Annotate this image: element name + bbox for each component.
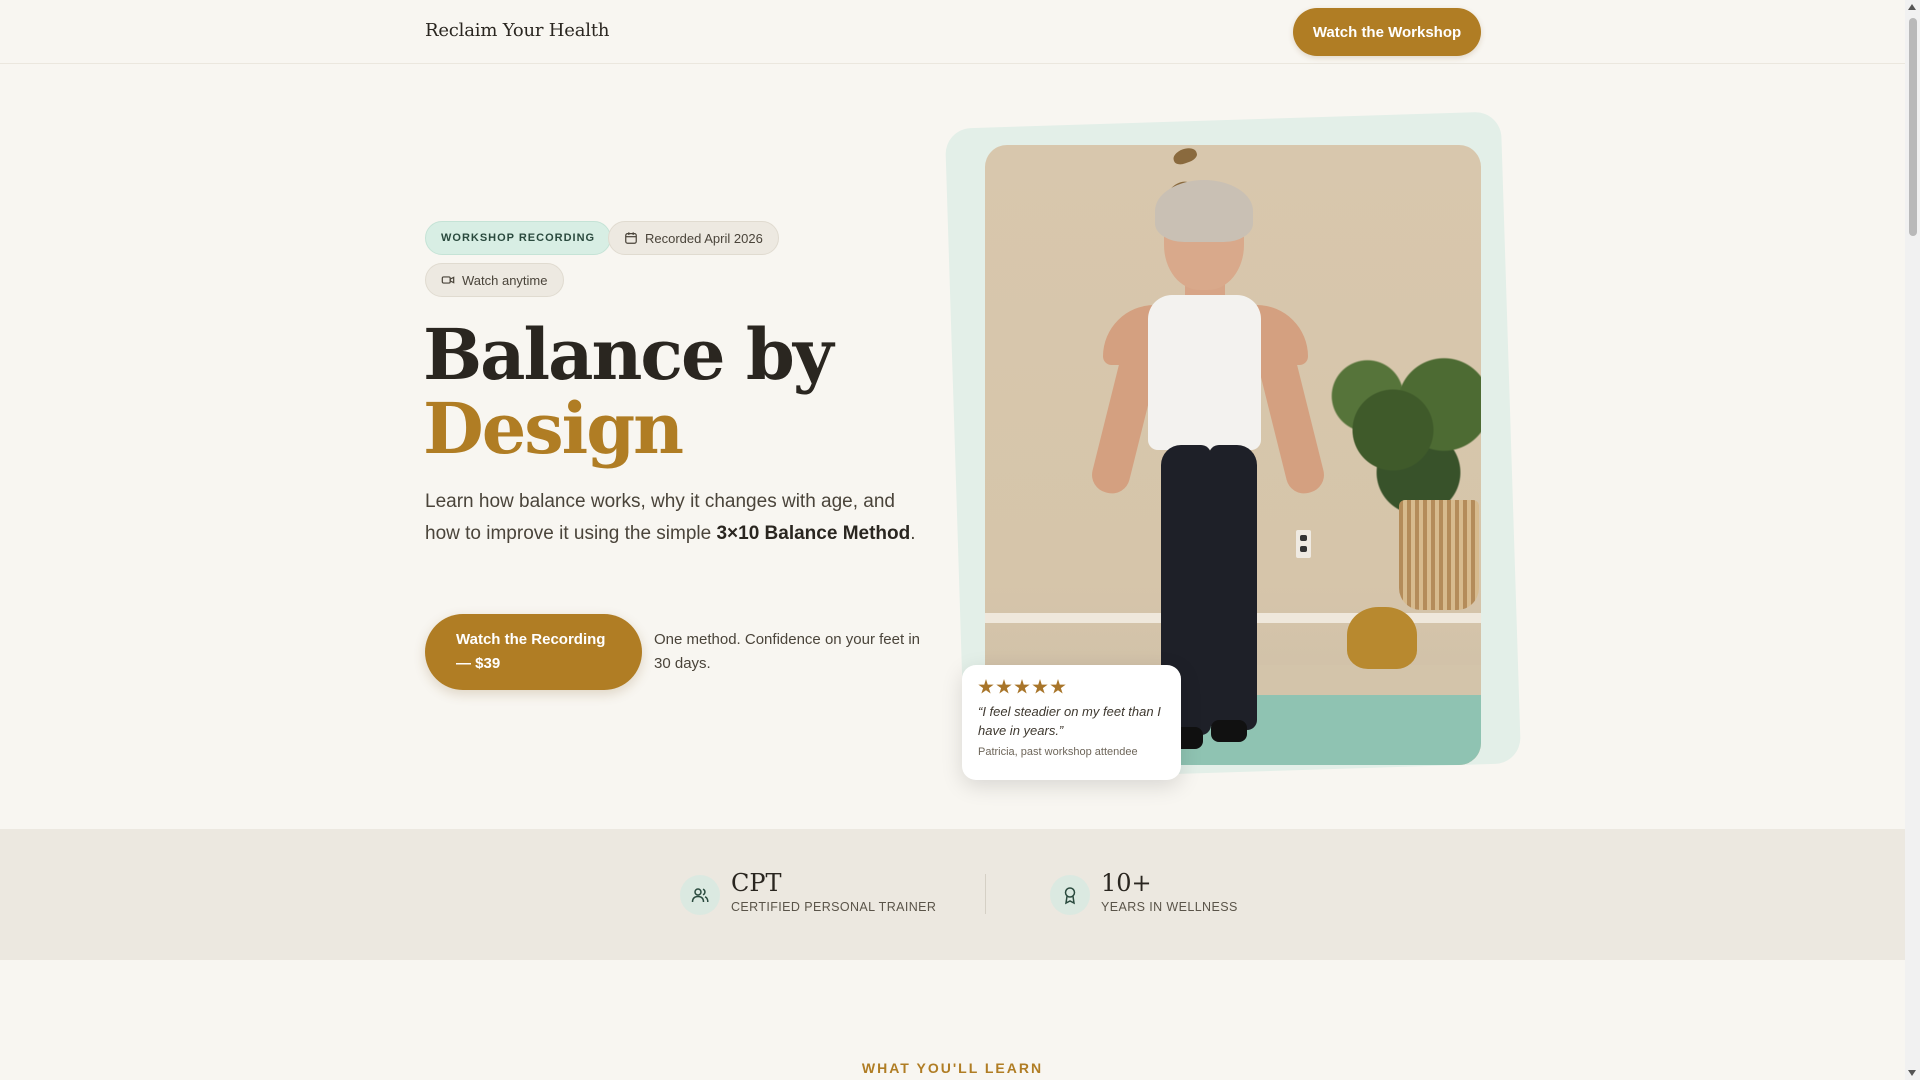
watch-anytime-badge: Watch anytime <box>425 263 564 297</box>
calendar-icon <box>625 232 637 244</box>
star-icon <box>1050 679 1066 694</box>
scroll-up-arrow-icon[interactable] <box>1908 4 1916 10</box>
testimonial-attribution: Patricia, past workshop attendee <box>978 746 1138 758</box>
star-icon <box>996 679 1012 694</box>
photo-figure-arm <box>1252 332 1328 498</box>
stat-label: YEARS IN WELLNESS <box>1101 900 1238 914</box>
headline-line-2: Design <box>423 387 684 470</box>
stat-label: CERTIFIED PERSONAL TRAINER <box>731 900 937 914</box>
hero-headline: Balance by Design <box>423 318 943 466</box>
stat-years-wellness: 10+ YEARS IN WELLNESS <box>1050 869 1238 915</box>
star-icon <box>1032 679 1048 694</box>
photo-figure-leg <box>1209 445 1257 730</box>
photo-figure-hair <box>1155 180 1253 242</box>
subhead-method-name: 3×10 Balance Method <box>716 523 911 544</box>
section-eyebrow: WHAT YOU'LL LEARN <box>861 1060 1044 1076</box>
photo-wall-bird <box>1171 145 1199 167</box>
scroll-thumb[interactable] <box>1909 18 1917 236</box>
users-icon <box>680 875 720 915</box>
stat-text: 10+ YEARS IN WELLNESS <box>1101 869 1238 914</box>
site-header: Reclaim Your Health Watch the Workshop <box>0 0 1905 64</box>
stat-text: CPT CERTIFIED PERSONAL TRAINER <box>731 869 936 914</box>
stat-value: CPT <box>731 869 782 897</box>
stat-divider <box>985 874 986 914</box>
star-icon <box>1014 679 1030 694</box>
photo-figure-shoe <box>1211 720 1247 742</box>
cta-note: One method. Confidence on your feet in 3… <box>654 631 921 672</box>
photo-outlet <box>1296 530 1311 558</box>
recorded-date-label: Recorded April 2026 <box>645 230 763 246</box>
headline-line-1: Balance by <box>423 313 834 396</box>
photo-plant-pot <box>1399 500 1479 610</box>
scroll-down-arrow-icon[interactable] <box>1908 1070 1916 1076</box>
testimonial-quote: “I feel steadier on my feet than I have … <box>978 704 1161 738</box>
watch-recording-button[interactable]: Watch the Recording — $39 <box>425 614 642 690</box>
testimonial-card: “I feel steadier on my feet than I have … <box>962 665 1181 780</box>
photo-figure-top <box>1148 295 1261 450</box>
workshop-recording-badge-label: WORKSHOP RECORDING <box>441 232 596 244</box>
page-scrollbar[interactable] <box>1905 0 1920 1080</box>
workshop-recording-badge: WORKSHOP RECORDING <box>425 221 612 255</box>
stat-certified-trainer: CPT CERTIFIED PERSONAL TRAINER <box>680 869 936 915</box>
credentials-band: CPT CERTIFIED PERSONAL TRAINER 10+ YEARS… <box>0 829 1905 960</box>
video-camera-icon <box>441 276 455 284</box>
award-icon <box>1050 875 1090 915</box>
recorded-date-badge: Recorded April 2026 <box>608 221 779 255</box>
watch-workshop-button[interactable]: Watch the Workshop <box>1293 8 1481 56</box>
star-icon <box>978 679 994 694</box>
stat-value: 10+ <box>1101 869 1152 897</box>
hero-subhead: Learn how balance works, why it changes … <box>425 486 925 550</box>
brand-logo-text[interactable]: Reclaim Your Health <box>425 20 609 41</box>
subhead-end: . <box>910 523 916 544</box>
watch-anytime-label: Watch anytime <box>462 272 548 288</box>
photo-frog-statue <box>1347 607 1417 669</box>
photo-plant <box>1325 345 1481 515</box>
star-rating <box>978 679 1165 696</box>
